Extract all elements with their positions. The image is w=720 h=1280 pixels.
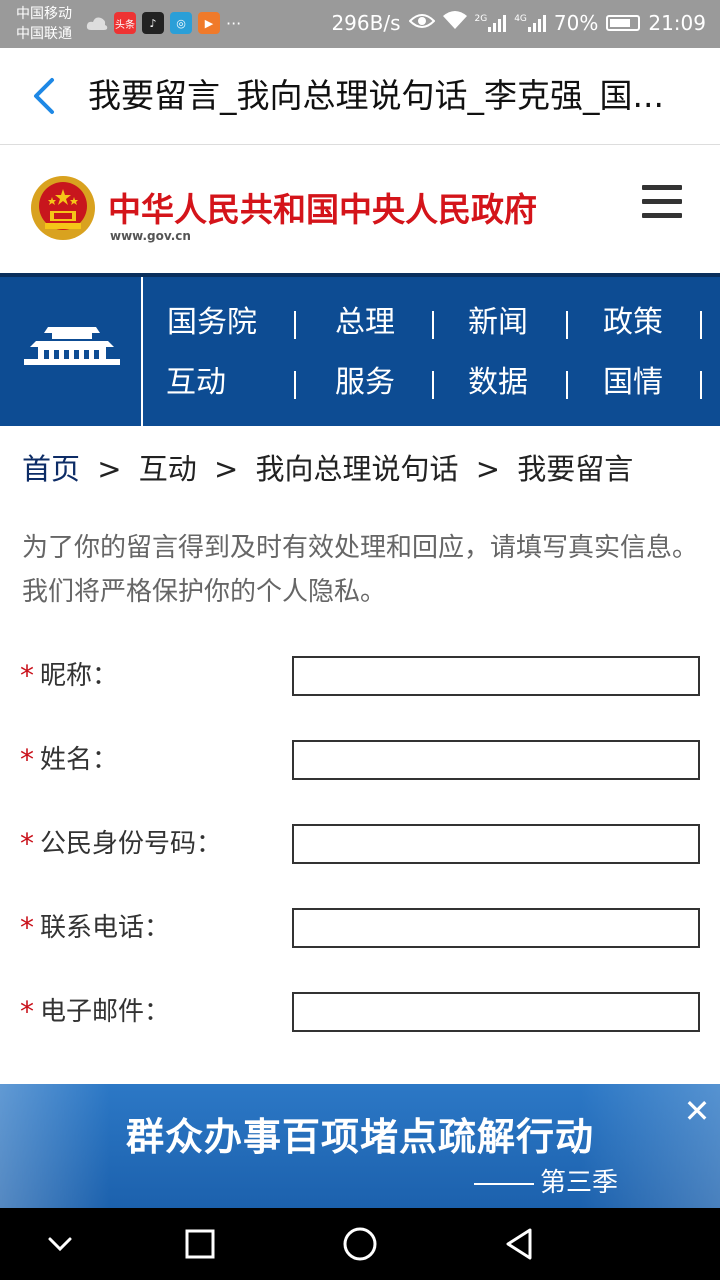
video-icon: ▶ [198,12,220,34]
nav-separator [432,311,434,339]
notification-icons: 头条 ♪ ◎ ▶ ··· [86,12,241,34]
nav-separator [294,311,296,339]
system-navigation-bar [0,1208,720,1280]
toutiao-icon: 头条 [114,12,136,34]
toutiao-icon-label: 头条 [115,19,135,31]
required-mark: * [20,827,34,860]
more-notifications-icon: ··· [226,13,242,33]
national-emblem-icon[interactable] [30,175,96,241]
signal-2g-icon: 2G [475,14,507,32]
intro-text: 为了你的留言得到及时有效处理和回应，请填写真实信息。我们将严格保护你的个人隐私。 [22,533,699,607]
nav-item-data[interactable]: 数据 [431,353,565,413]
form-row-name: * 姓名： [20,740,700,780]
nav-item-premier[interactable]: 总理 [297,293,433,353]
site-header: 中华人民共和国中央人民政府 www.gov.cn [0,145,720,273]
close-icon[interactable]: ✕ [682,1095,712,1127]
phone-label: 联系电话： [40,913,171,943]
nickname-input[interactable] [292,656,700,696]
form-row-nickname: * 昵称： [20,656,700,696]
chevron-down-icon[interactable] [42,1226,78,1262]
breadcrumb-interaction[interactable]: 互动 [139,452,197,486]
home-icon[interactable] [342,1226,378,1262]
form-row-id-number: * 公民身份号码： [20,824,700,864]
menu-line [642,199,682,204]
breadcrumb-separator: > [214,452,239,486]
battery-percent: 70% [553,10,599,35]
breadcrumb-talk-to-premier[interactable]: 我向总理说句话 [256,452,459,486]
back-nav-icon[interactable] [502,1226,538,1262]
nav-separator [294,371,296,399]
promo-banner[interactable]: 群众办事百项堵点疏解行动 第三季 ✕ [0,1084,720,1208]
required-mark: * [20,743,34,776]
nav-item-state-council[interactable]: 国务院 [145,293,279,353]
signal-4g-icon: 4G [514,14,546,32]
carrier-1: 中国移动 [16,6,72,22]
nav-grid: 国务院 总理 新闻 政策 互动 服务 数据 国情 [145,277,720,426]
nav-separator [432,371,434,399]
id-number-label: 公民身份号码： [40,829,223,859]
nav-item-services[interactable]: 服务 [297,353,433,413]
nav-separator [566,371,568,399]
menu-icon[interactable] [642,185,682,221]
nav-item-policy[interactable]: 政策 [565,293,701,353]
name-label: 姓名： [40,745,119,775]
id-number-input[interactable] [292,824,700,864]
page-title: 我要留言_我向总理说句话_李克强_国... [88,76,664,115]
status-bar: 中国移动 中国联通 头条 ♪ ◎ ▶ ··· 296B/s 2G 4G 70% … [0,0,720,48]
phone-input[interactable] [292,908,700,948]
signal-2g-label: 2G [474,13,488,24]
browser-header: 我要留言_我向总理说句话_李克强_国... [0,48,720,145]
required-mark: * [20,659,34,692]
required-mark: * [20,995,34,1028]
breadcrumb-home[interactable]: 首页 [22,452,80,486]
breadcrumb-separator: > [97,452,122,486]
eye-icon [408,11,435,35]
nav-item-national-info[interactable]: 国情 [565,353,701,413]
form-row-email: * 电子邮件： [20,992,700,1032]
app-icon: ◎ [170,12,192,34]
carrier-info: 中国移动 中国联通 [16,4,72,44]
banner-subtitle: 第三季 [540,1168,619,1198]
banner-title: 群众办事百项堵点疏解行动 [125,1115,594,1159]
email-input[interactable] [292,992,700,1032]
network-speed: 296B/s [331,10,401,35]
banner-dash [474,1182,534,1185]
cloud-icon [86,12,108,34]
back-arrow-icon [34,78,54,114]
menu-line [642,185,682,190]
site-url: www.gov.cn [110,229,191,243]
signal-4g-label: 4G [514,13,527,24]
breadcrumb-current: 我要留言 [517,452,634,486]
site-name[interactable]: 中华人民共和国中央人民政府 [108,183,537,231]
nav-separator [566,311,568,339]
nav-separator [700,311,702,339]
clock: 21:09 [648,10,706,35]
form-row-phone: * 联系电话： [20,908,700,948]
nav-item-interaction[interactable]: 互动 [129,353,263,413]
banner-subtitle-wrap: 第三季 [474,1162,618,1199]
name-input[interactable] [292,740,700,780]
back-button[interactable] [26,74,66,118]
breadcrumb: 首页 > 互动 > 我向总理说句话 > 我要留言 [22,446,633,488]
nav-building-icon[interactable] [0,277,143,426]
status-right: 296B/s 2G 4G 70% 21:09 [331,10,706,35]
nickname-label: 昵称： [40,661,119,691]
nav-separator [700,371,702,399]
email-label: 电子邮件： [40,997,171,1027]
wifi-icon [442,10,467,35]
nav-item-news[interactable]: 新闻 [431,293,565,353]
battery-icon [606,14,641,31]
tiktok-icon: ♪ [142,12,164,34]
carrier-2: 中国联通 [16,26,72,42]
breadcrumb-separator: > [475,452,501,486]
required-mark: * [20,911,34,944]
main-nav: 国务院 总理 新闻 政策 互动 服务 数据 国情 [0,273,720,426]
menu-line [642,213,682,218]
recent-apps-icon[interactable] [182,1226,218,1262]
